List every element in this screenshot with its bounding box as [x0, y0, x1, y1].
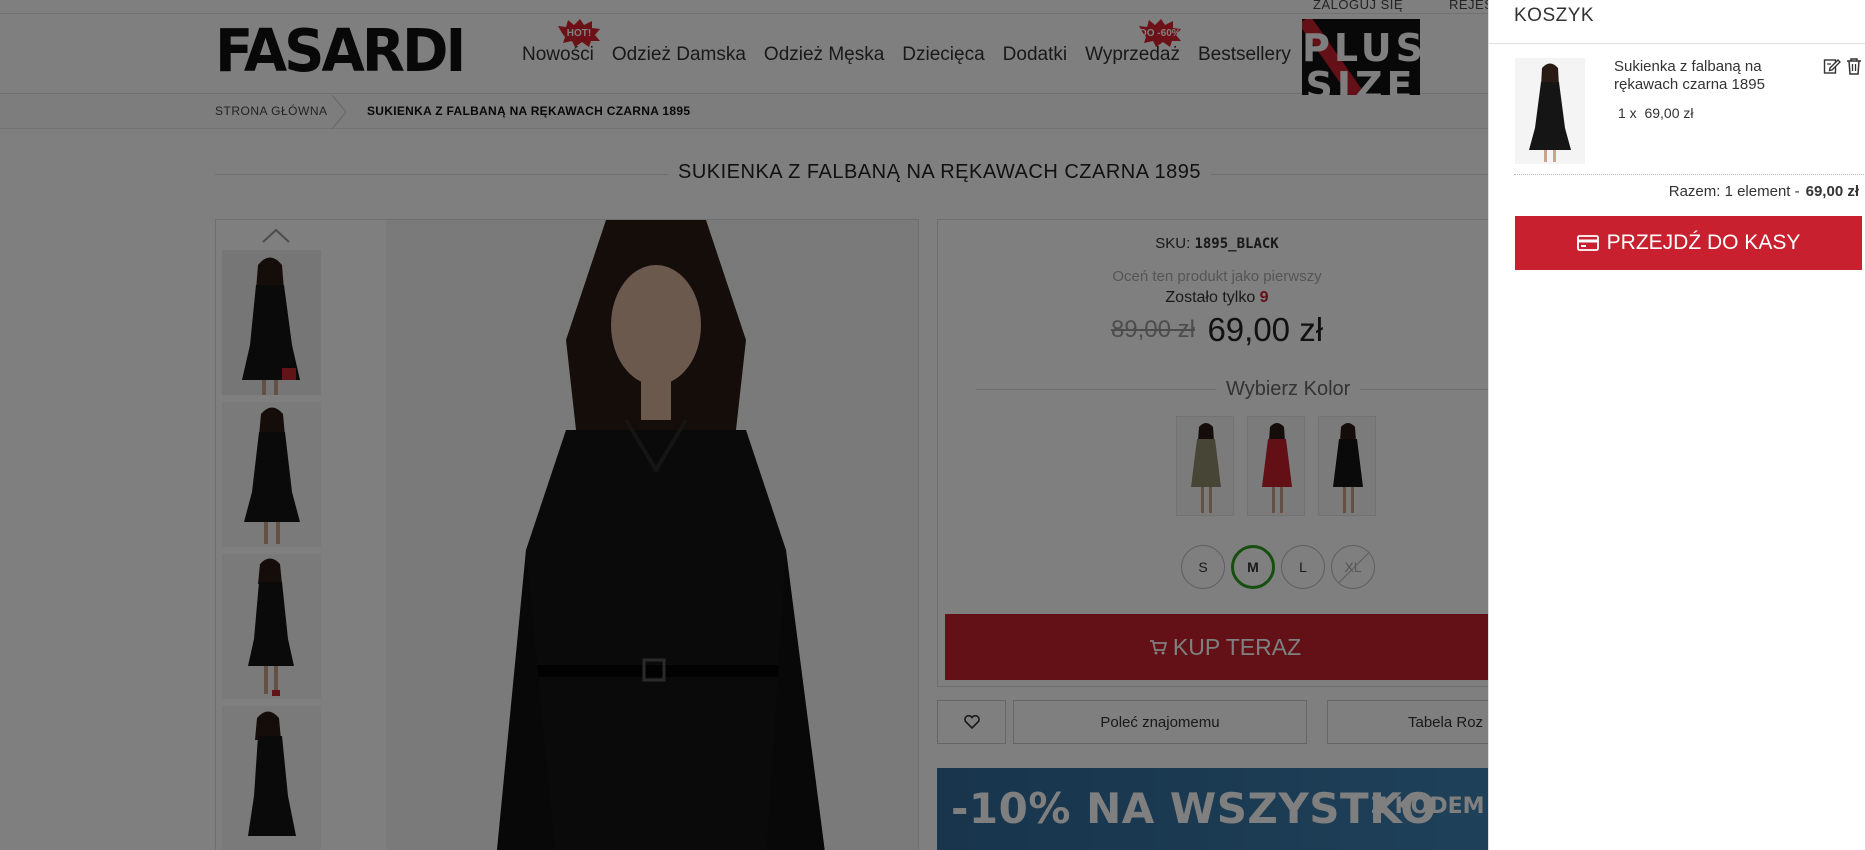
cart-divider: [1489, 43, 1865, 44]
credit-card-icon: [1576, 235, 1599, 251]
checkout-button[interactable]: PRZEJDŹ DO KASY: [1515, 216, 1862, 270]
cart-dotted-divider: [1514, 174, 1865, 175]
cart-title: KOSZYK: [1514, 5, 1595, 26]
trash-icon[interactable]: [1846, 57, 1862, 75]
cart-item-image[interactable]: [1515, 58, 1585, 164]
cart-panel: KOSZYK Sukienka z falbaną na rękawach cz…: [1488, 0, 1865, 850]
checkout-label: PRZEJDŹ DO KASY: [1606, 231, 1801, 254]
cart-item-name[interactable]: Sukienka z falbaną na rękawach czarna 18…: [1614, 58, 1794, 94]
edit-icon[interactable]: [1823, 57, 1841, 75]
cart-total-value: 69,00 zł: [1805, 183, 1859, 200]
cart-item-qty: 1 x: [1618, 105, 1637, 121]
cart-item-qty-price: 1 x 69,00 zł: [1618, 105, 1694, 121]
modal-backdrop[interactable]: [0, 0, 1488, 850]
cart-total: Razem: 1 element - 69,00 zł: [1669, 183, 1859, 200]
cart-total-label: Razem: 1 element -: [1668, 183, 1800, 200]
cart-item-price: 69,00 zł: [1644, 105, 1694, 121]
